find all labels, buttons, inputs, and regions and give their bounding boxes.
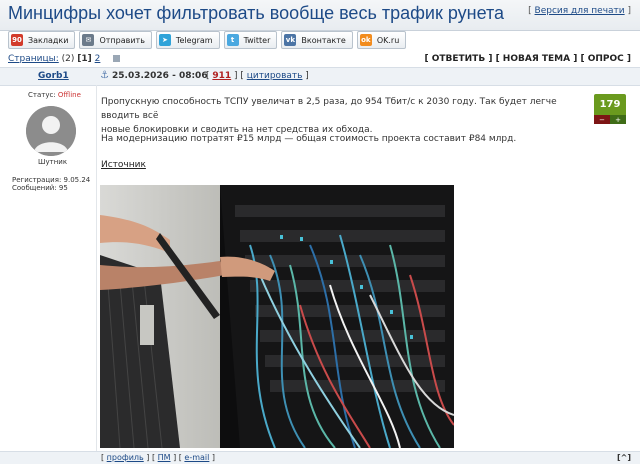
mail-icon: ✉: [82, 34, 95, 46]
vk-icon: vk: [284, 34, 297, 46]
share-button-ok[interactable]: ok OK.ru: [356, 31, 407, 49]
rating-value: 179: [594, 94, 626, 115]
print-version-link[interactable]: [ Версия для печати ]: [528, 6, 631, 16]
post-image: [100, 185, 454, 448]
user-rank: Шутник: [38, 158, 68, 166]
pages-total: (2): [61, 54, 75, 64]
share-button-bookmarks[interactable]: 90 Закладки: [8, 31, 76, 49]
post-date: 25.03.2026 - 08:06: [112, 71, 208, 81]
topic-title: Минцифры хочет фильтровать вообще весь т…: [8, 3, 505, 23]
twitter-icon: t: [226, 34, 239, 46]
rating-plus-button[interactable]: +: [610, 115, 626, 124]
share-button-vk[interactable]: vk Вконтакте: [281, 31, 353, 49]
user-links: [ профиль ] [ ПМ ] [ e-mail ]: [101, 453, 216, 462]
post-number[interactable]: 911: [212, 71, 231, 81]
menu-square-icon[interactable]: [113, 55, 121, 62]
share-button-label: Отправить: [99, 35, 145, 45]
default-avatar-icon: [26, 106, 76, 156]
telegram-icon: ➤: [158, 34, 171, 46]
post-author[interactable]: Gorb1: [38, 71, 69, 81]
page-current: [1]: [77, 54, 92, 64]
to-top-button[interactable]: [^]: [617, 453, 631, 462]
user-messages: Сообщений: 95: [12, 184, 68, 192]
column-divider: [96, 85, 97, 452]
share-button-mail[interactable]: ✉ Отправить: [79, 31, 152, 49]
bookmarks-icon: 90: [11, 34, 23, 46]
share-button-label: Вконтакте: [301, 35, 346, 45]
pm-link[interactable]: ПМ: [158, 453, 171, 462]
print-version-label[interactable]: Версия для печати: [535, 6, 625, 16]
page-link-2[interactable]: 2: [95, 54, 101, 64]
avatar[interactable]: [26, 106, 76, 156]
user-status: Статус: Offline: [28, 91, 81, 99]
post-meta: [ 911 ] [ цитировать ]: [206, 71, 309, 81]
share-button-label: OK.ru: [376, 35, 400, 45]
post-paragraph-2: На модернизацию потратят ₽15 млрд — обща…: [101, 134, 517, 144]
share-button-label: Закладки: [28, 35, 69, 45]
source-row: Источник: [101, 158, 581, 172]
quote-link[interactable]: цитировать: [247, 71, 303, 81]
share-button-label: Twitter: [243, 35, 271, 45]
status-value: Offline: [57, 91, 81, 99]
status-label: Статус:: [28, 91, 56, 99]
pagination: Страницы: (2) [1] 2: [8, 54, 121, 64]
post-paragraph-1: Пропускную способность ТСПУ увеличат в 2…: [101, 95, 581, 137]
ok-icon: ok: [359, 34, 372, 46]
topic-actions[interactable]: [ ОТВЕТИТЬ ] [ НОВАЯ ТЕМА ] [ ОПРОС ]: [424, 54, 631, 64]
rating-minus-button[interactable]: −: [594, 115, 610, 124]
post-rating: 179 − +: [594, 94, 626, 130]
share-bar: 90 Закладки ✉ Отправить ➤ Telegram t Twitter vk В…: [8, 31, 407, 49]
user-registered: Регистрация: 9.05.24: [12, 176, 91, 184]
anchor-icon[interactable]: ⚓: [100, 70, 109, 81]
share-button-label: Telegram: [175, 35, 213, 45]
email-link[interactable]: e-mail: [184, 453, 209, 462]
share-button-twitter[interactable]: t Twitter: [223, 31, 278, 49]
title-bar: Минцифры хочет фильтровать вообще весь т…: [0, 0, 640, 31]
pages-label[interactable]: Страницы:: [8, 54, 59, 64]
share-button-telegram[interactable]: ➤ Telegram: [155, 31, 220, 49]
post-header: Gorb1 ⚓ 25.03.2026 - 08:06 [ 911 ] [ цит…: [0, 67, 640, 86]
source-link[interactable]: Источник: [101, 160, 146, 170]
post-line-1: Пропускную способность ТСПУ увеличат в 2…: [101, 97, 557, 121]
server-rack-photo: [100, 185, 454, 448]
profile-link[interactable]: профиль: [107, 453, 144, 462]
post-footer: [ профиль ] [ ПМ ] [ e-mail ] [^]: [0, 451, 640, 464]
